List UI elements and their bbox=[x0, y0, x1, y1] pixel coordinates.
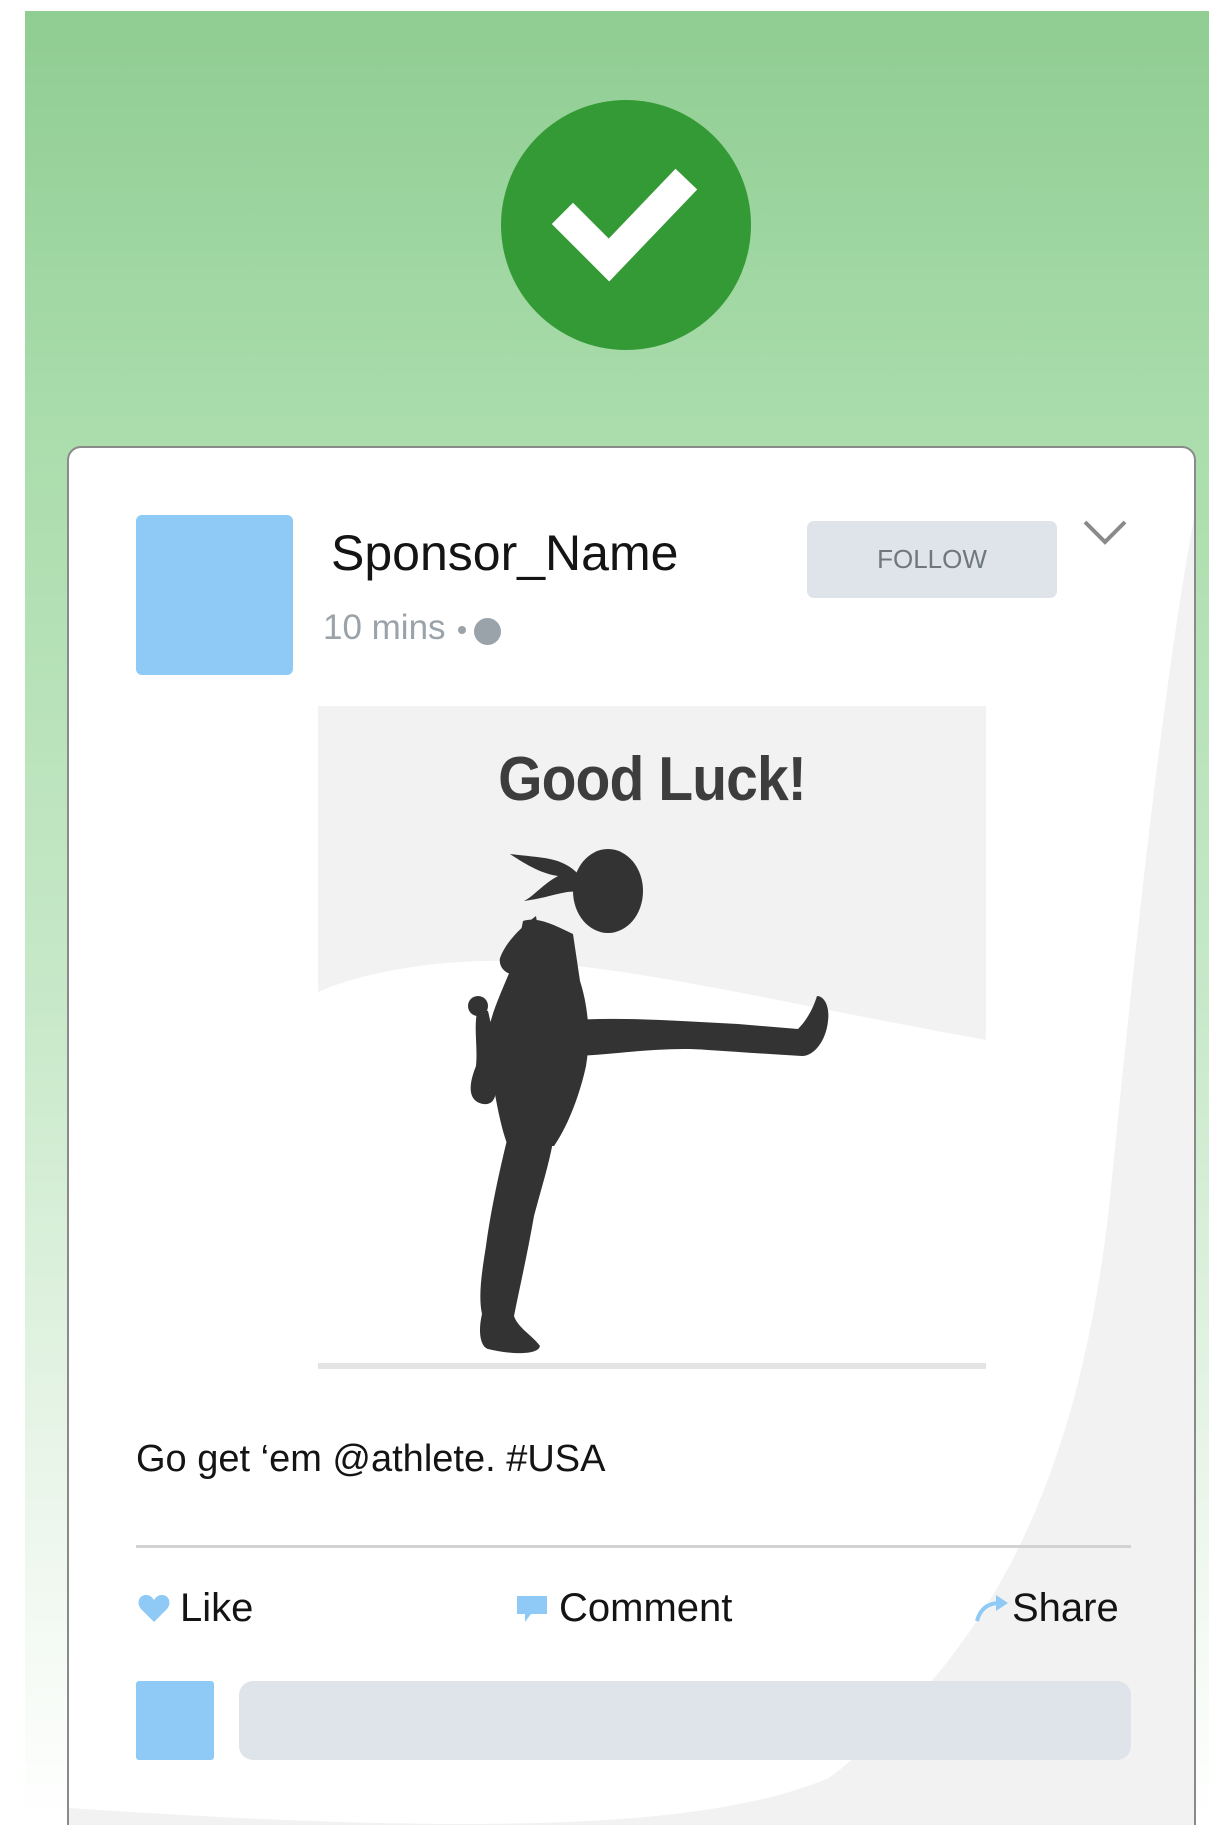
share-arrow-icon bbox=[975, 1595, 1008, 1622]
divider bbox=[136, 1545, 1131, 1548]
image-title: Good Luck! bbox=[498, 745, 807, 814]
comment-button[interactable]: Comment bbox=[515, 1581, 732, 1635]
post-image[interactable]: Good Luck! bbox=[318, 706, 986, 1371]
chevron-down-icon[interactable] bbox=[1081, 516, 1129, 550]
separator-dot bbox=[457, 625, 466, 634]
share-button[interactable]: Share bbox=[974, 1581, 1119, 1635]
follow-button[interactable]: FOLLOW bbox=[807, 521, 1057, 598]
like-button[interactable]: Like bbox=[138, 1581, 253, 1635]
post-meta: 10 mins bbox=[323, 608, 501, 648]
post-card: Sponsor_Name 10 mins FOLLOW Good Luck! G… bbox=[67, 446, 1196, 1825]
comment-input[interactable] bbox=[239, 1681, 1131, 1760]
user-avatar bbox=[136, 1681, 214, 1760]
post-time: 10 mins bbox=[323, 608, 446, 647]
post-caption: Go get ‘em @athlete. #USA bbox=[136, 1438, 606, 1480]
comment-label: Comment bbox=[559, 1585, 733, 1630]
sponsor-avatar[interactable] bbox=[136, 515, 293, 675]
like-label: Like bbox=[180, 1585, 254, 1630]
sponsor-name[interactable]: Sponsor_Name bbox=[331, 524, 678, 582]
green-backdrop: Sponsor_Name 10 mins FOLLOW Good Luck! G… bbox=[25, 11, 1209, 1825]
speech-bubble-icon bbox=[517, 1596, 547, 1622]
globe-icon bbox=[473, 618, 501, 646]
success-badge bbox=[501, 100, 751, 350]
heart-icon bbox=[138, 1595, 170, 1622]
share-label: Share bbox=[1012, 1585, 1119, 1630]
checkmark-icon bbox=[551, 168, 698, 282]
